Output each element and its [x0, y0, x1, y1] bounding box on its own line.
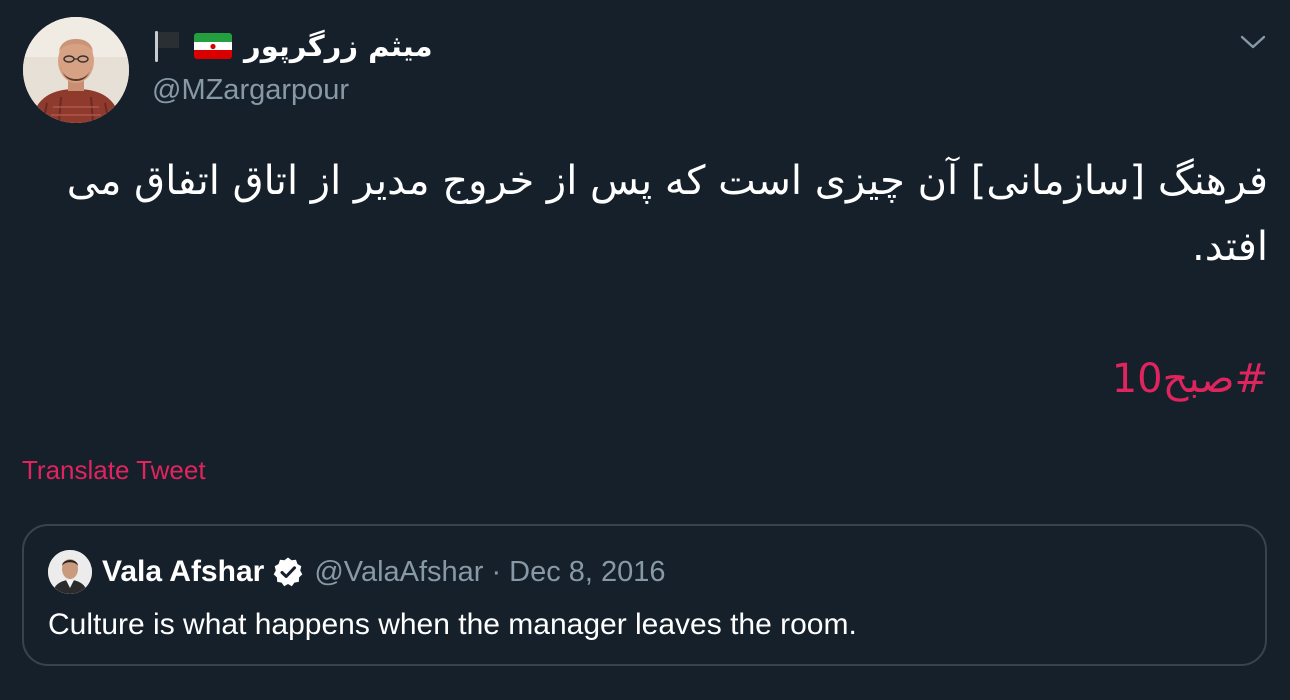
quoted-tweet-text: Culture is what happens when the manager… — [48, 608, 857, 641]
quoted-tweet[interactable]: Vala Afshar @ValaAfshar · Dec 8, 2016 Cu… — [22, 524, 1267, 666]
black-flag-icon — [152, 29, 182, 63]
tweet-header: میثم زرگرپور @MZargarpour — [152, 24, 433, 107]
tweet-card: میثم زرگرپور @MZargarpour فرهنگ [سازمانی… — [0, 0, 1290, 700]
chevron-down-icon[interactable] — [1238, 30, 1268, 54]
hashtag-link[interactable]: #صبح10 — [1112, 346, 1268, 412]
user-avatar-icon — [23, 17, 129, 123]
translate-tweet-link[interactable]: Translate Tweet — [22, 455, 206, 486]
author-avatar[interactable] — [23, 17, 129, 123]
quoted-author-name[interactable]: Vala Afshar — [102, 555, 264, 589]
user-avatar-icon — [48, 550, 92, 594]
tweet-text: فرهنگ [سازمانی] آن چیزی است که پس از خرو… — [66, 158, 1268, 270]
verified-badge-icon — [272, 556, 304, 588]
header-separator: · — [491, 555, 502, 588]
author-name-row[interactable]: میثم زرگرپور — [152, 24, 433, 68]
author-display-name: میثم زرگرپور — [244, 29, 433, 63]
iran-flag-icon — [194, 33, 232, 59]
quoted-author-handle: @ValaAfshar — [314, 555, 484, 588]
quoted-tweet-header: Vala Afshar @ValaAfshar · Dec 8, 2016 — [102, 550, 666, 594]
author-handle[interactable]: @MZargarpour — [152, 74, 433, 107]
quoted-author-avatar[interactable] — [48, 550, 92, 594]
quoted-tweet-date[interactable]: Dec 8, 2016 — [509, 556, 665, 589]
